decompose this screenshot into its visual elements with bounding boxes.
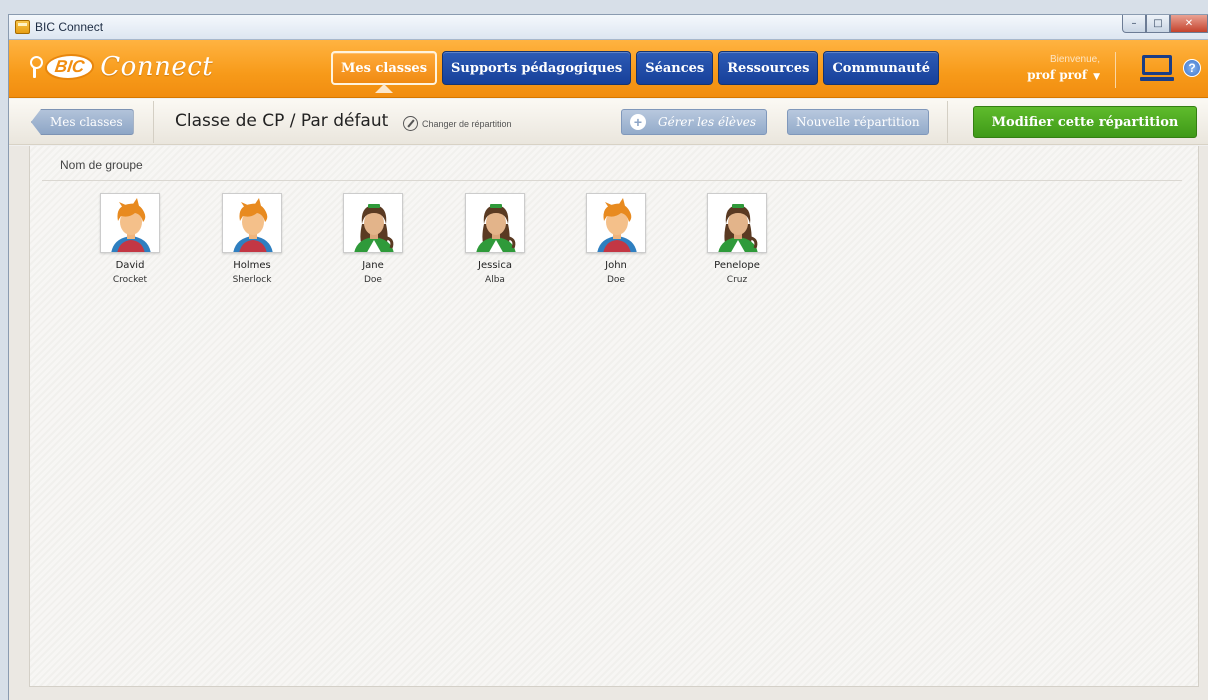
student-first-name: John — [605, 260, 627, 271]
breadcrumb: Classe de CP / Par défaut — [175, 111, 389, 131]
logo-bic-text: BIC — [43, 54, 97, 80]
header-divider — [1115, 52, 1116, 88]
student-card[interactable]: David Crocket — [85, 193, 175, 285]
manage-students-label: Gérer les élèves — [658, 115, 757, 129]
logo-connect-text: Connect — [100, 52, 214, 82]
boy-avatar-icon — [100, 193, 160, 253]
girl-avatar-icon — [343, 193, 403, 253]
boy-avatar-icon — [222, 193, 282, 253]
group-panel: Nom de groupe David Crocket Holmes Sherl… — [29, 146, 1199, 687]
tab-supports-pedagogiques[interactable]: Supports pédagogiques — [442, 51, 632, 85]
toolbar-divider-2 — [947, 101, 948, 143]
bic-boy-icon — [27, 54, 43, 80]
chevron-down-icon[interactable]: ▼ — [1093, 72, 1100, 82]
computer-screen — [1142, 55, 1172, 75]
computer-base — [1140, 77, 1174, 81]
sub-toolbar: Mes classes Classe de CP / Par défaut Ch… — [9, 99, 1208, 145]
computer-icon[interactable] — [1140, 54, 1174, 84]
toolbar-divider — [153, 101, 154, 143]
app-window: BIC Connect – □ ✕ BIC Connect Mes classe… — [8, 14, 1208, 700]
back-button[interactable]: Mes classes — [31, 109, 134, 135]
student-card[interactable]: John Doe — [571, 193, 661, 285]
minimize-button[interactable]: – — [1122, 15, 1146, 33]
boy-avatar-icon — [586, 193, 646, 253]
change-repartition-link[interactable]: Changer de répartition — [403, 116, 512, 131]
window-title: BIC Connect — [35, 20, 104, 34]
student-last-name: Alba — [485, 275, 505, 285]
girl-avatar-icon — [465, 193, 525, 253]
group-divider — [42, 180, 1182, 181]
student-first-name: David — [115, 260, 145, 271]
tab-mes-classes[interactable]: Mes classes — [331, 51, 438, 93]
tab-ressources[interactable]: Ressources — [718, 51, 819, 85]
close-button[interactable]: ✕ — [1170, 15, 1208, 33]
tab-seances[interactable]: Séances — [636, 51, 714, 85]
bic-connect-logo: BIC Connect — [27, 52, 213, 82]
student-card[interactable]: Holmes Sherlock — [207, 193, 297, 285]
student-last-name: Crocket — [112, 275, 148, 285]
pencil-icon — [403, 116, 418, 131]
student-card[interactable]: Penelope Cruz — [692, 193, 782, 285]
tab-communaute[interactable]: Communauté — [823, 51, 940, 85]
user-menu[interactable]: Bienvenue, prof prof ▼ — [1027, 54, 1100, 82]
change-repartition-label: Changer de répartition — [422, 118, 512, 129]
student-last-name: Sherlock — [232, 275, 272, 285]
help-icon[interactable]: ? — [1183, 59, 1201, 77]
new-repartition-button[interactable]: Nouvelle répartition — [787, 109, 929, 135]
welcome-text: Bienvenue, — [1049, 54, 1100, 65]
window-controls: – □ ✕ — [1122, 15, 1208, 34]
app-header: BIC Connect Mes classes Supports pédagog… — [9, 40, 1208, 98]
student-last-name: Cruz — [726, 275, 748, 285]
student-card[interactable]: Jessica Alba — [450, 193, 540, 285]
manage-students-button[interactable]: + Gérer les élèves — [621, 109, 768, 135]
student-first-name: Jane — [362, 260, 384, 271]
plus-icon: + — [630, 114, 646, 130]
student-list: David Crocket Holmes Sherlock Jane Doe J… — [30, 193, 1198, 313]
student-first-name: Holmes — [233, 260, 271, 271]
student-last-name: Doe — [364, 275, 382, 285]
main-nav: Mes classes Supports pédagogiques Séance… — [331, 51, 940, 93]
edit-repartition-button[interactable]: Modifier cette répartition — [973, 106, 1197, 138]
student-first-name: Jessica — [478, 260, 512, 271]
student-first-name: Penelope — [714, 260, 760, 271]
girl-avatar-icon — [707, 193, 767, 253]
user-name: prof prof — [1027, 68, 1088, 82]
student-last-name: Doe — [607, 275, 625, 285]
group-name: Nom de groupe — [60, 158, 143, 172]
user-name-row: prof prof ▼ — [1027, 68, 1100, 82]
student-card[interactable]: Jane Doe — [328, 193, 418, 285]
maximize-button[interactable]: □ — [1146, 15, 1170, 33]
main-area: Nom de groupe David Crocket Holmes Sherl… — [9, 146, 1208, 700]
app-icon — [15, 20, 30, 34]
title-bar: BIC Connect – □ ✕ — [9, 15, 1208, 40]
